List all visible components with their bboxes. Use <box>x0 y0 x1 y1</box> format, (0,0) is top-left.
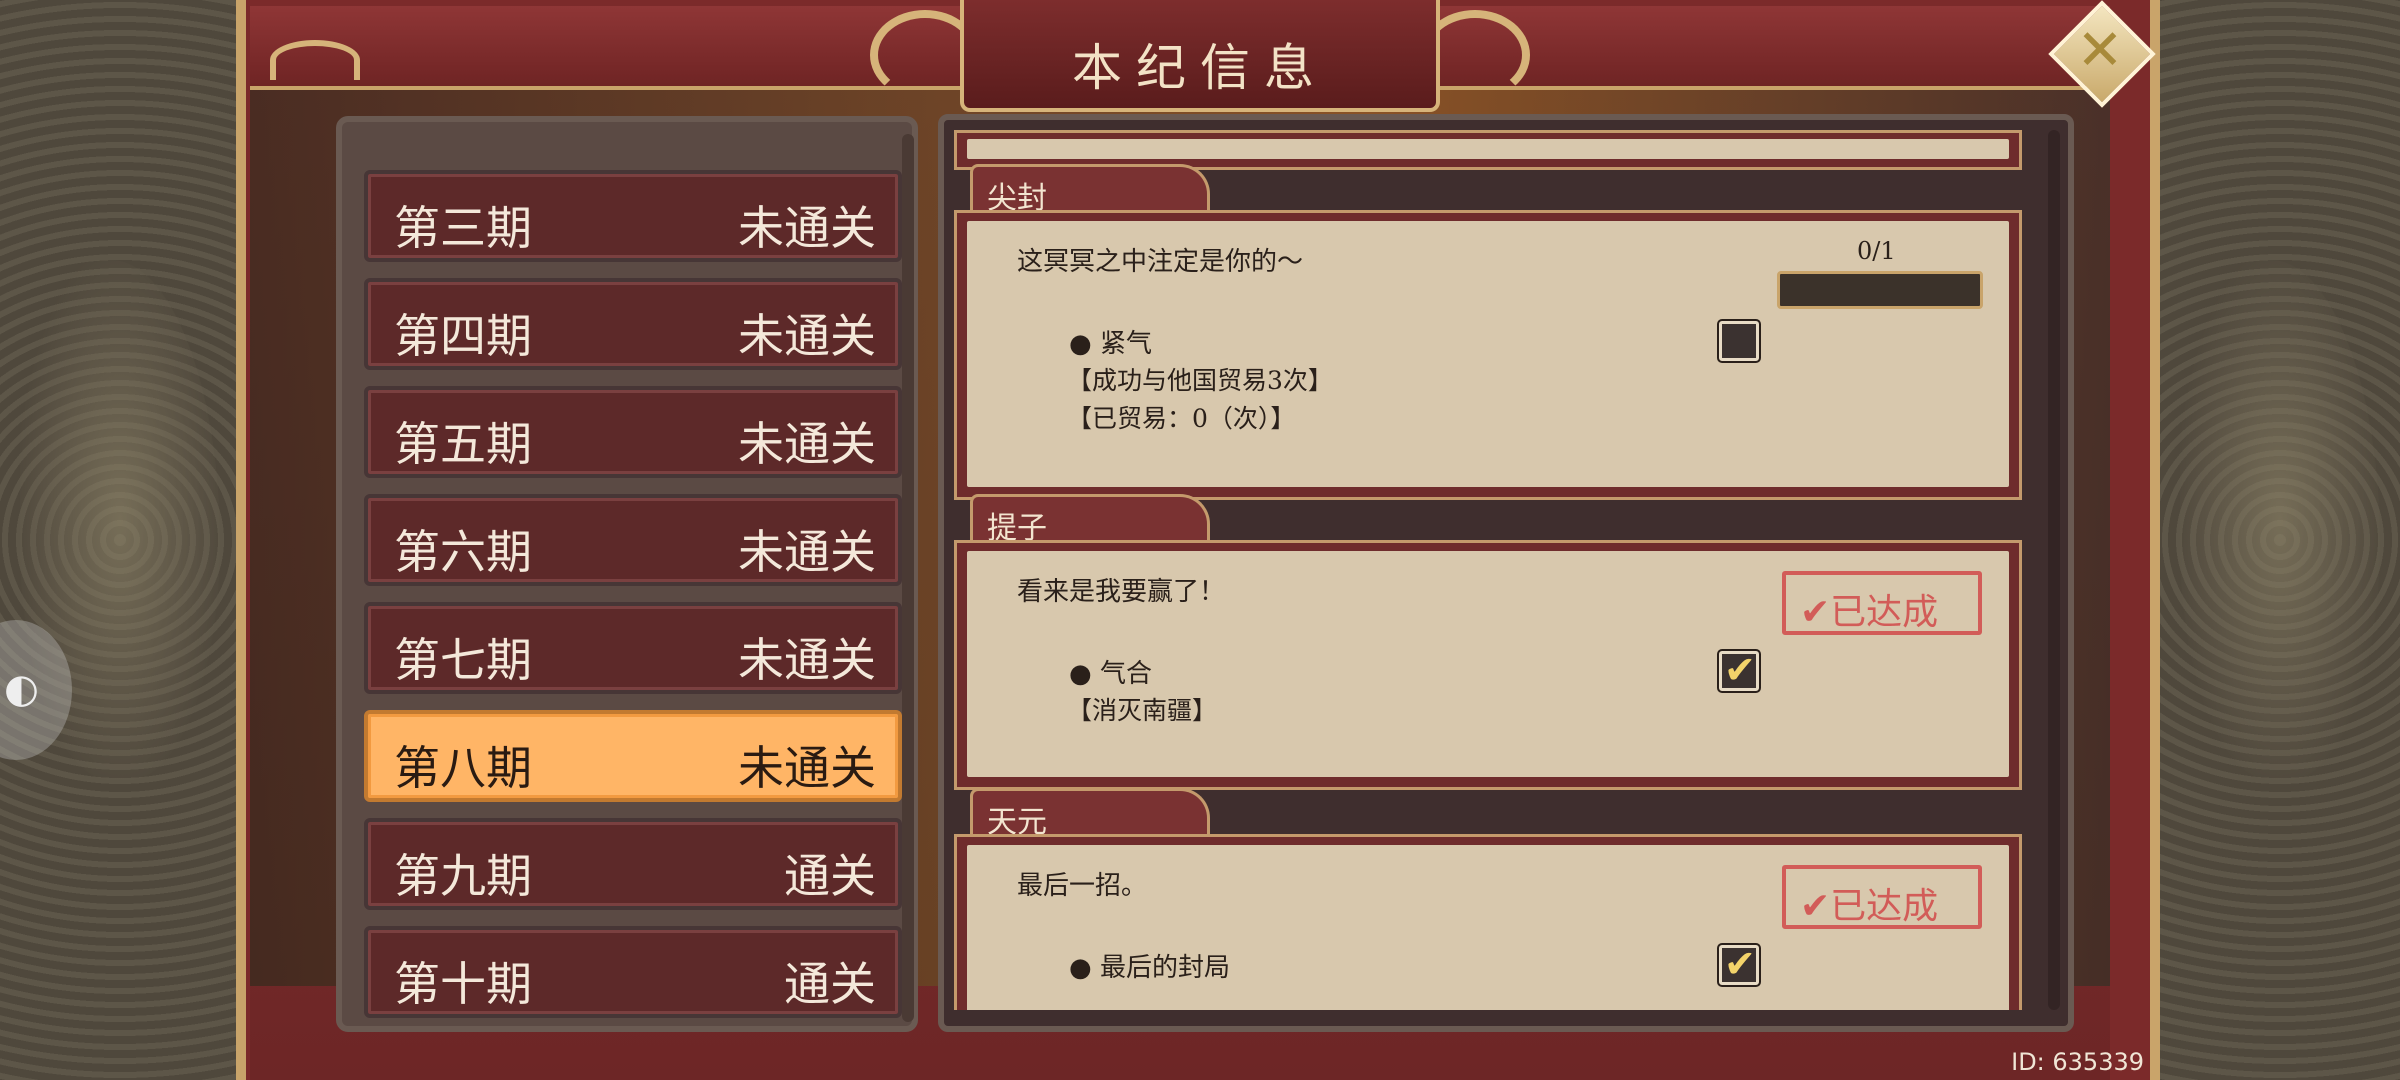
achievement-checkbox <box>1717 319 1761 363</box>
period-status: 未通关 <box>738 741 876 795</box>
card-paper <box>967 139 2009 159</box>
achievement-quote: 看来是我要赢了！ <box>1017 577 1226 607</box>
period-name: 第四期 <box>394 309 532 363</box>
period-status: 通关 <box>784 957 876 1011</box>
player-id: ID: 635339 <box>2011 1048 2144 1076</box>
dragon-decoration <box>2180 260 2380 780</box>
period-list-scrollbar[interactable] <box>902 134 914 1022</box>
page-title: 本纪信息 <box>1072 39 1328 97</box>
card-paper: 看来是我要赢了！ ✔已达成 ● 气合 ✔ 【消灭南疆】 <box>967 551 2009 777</box>
achievement-condition: ● 紧气 <box>1069 329 1152 359</box>
period-item[interactable]: 第三期 未通关 <box>364 170 902 262</box>
period-item[interactable]: 第六期 未通关 <box>364 494 902 586</box>
achievement-scrollbar[interactable] <box>2048 130 2060 1010</box>
achievement-quote: 最后一招。 <box>1017 871 1148 901</box>
period-status: 未通关 <box>738 201 876 255</box>
progress-label: 0/1 <box>1857 237 1896 265</box>
achieved-stamp: ✔已达成 <box>1782 865 1982 929</box>
period-item[interactable]: 第十期 通关 <box>364 926 902 1018</box>
close-icon: ✕ <box>2076 18 2124 83</box>
period-name: 第八期 <box>394 741 532 795</box>
achievement-card: 最后一招。 ✔已达成 ● 最后的封局 ✔ <box>954 834 2022 1010</box>
progress-bar <box>1777 271 1983 309</box>
period-status: 未通关 <box>738 633 876 687</box>
left-decor-panel <box>0 0 240 1080</box>
achievement-tab: 天元 <box>970 788 1210 840</box>
corner-ornament <box>270 40 360 80</box>
close-button[interactable]: ✕ <box>2046 0 2156 108</box>
period-list-panel: 第三期 未通关 第四期 未通关 第五期 未通关 第六期 未通关 第七期 未通关 第八期 未通关 第九期通… <box>336 116 918 1032</box>
achievement-description: 【消灭南疆】 <box>1067 696 1218 725</box>
assist-icon: ◐ <box>4 666 39 712</box>
right-decor-panel <box>2160 0 2400 1080</box>
card-paper: 这冥冥之中注定是你的～ 0/1 ● 紧气【成功与他国贸易3次】 【已贸易：0（次）】 <box>967 221 2009 487</box>
achievement-condition: ● 气合 <box>1069 659 1152 689</box>
period-name: 第三期 <box>394 201 532 255</box>
achievement-card: 这冥冥之中注定是你的～ 0/1 ● 紧气【成功与他国贸易3次】 【已贸易：0（次）】 <box>954 210 2022 500</box>
achievement-tab: 尖封 <box>970 164 1210 216</box>
achievement-condition: ● 最后的封局 <box>1069 953 1230 983</box>
achievement-card: 看来是我要赢了！ ✔已达成 ● 气合 ✔ 【消灭南疆】 <box>954 540 2022 790</box>
period-item[interactable]: 第四期 未通关 <box>364 278 902 370</box>
achievement-description: 【成功与他国贸易3次】 <box>1067 366 1333 395</box>
achievement-quote: 这冥冥之中注定是你的～ <box>1017 247 1304 277</box>
period-name: 第六期 <box>394 525 532 579</box>
period-status: 未通关 <box>738 525 876 579</box>
achievement-description: 【已贸易：0（次）】 <box>1067 404 1296 433</box>
period-name: 第十期 <box>394 957 532 1011</box>
check-icon: ✔ <box>1724 942 1756 986</box>
period-status: 未通关 <box>738 309 876 363</box>
period-name: 第五期 <box>394 417 532 471</box>
achievement-tab: 提子 <box>970 494 1210 546</box>
card-paper: 最后一招。 ✔已达成 ● 最后的封局 ✔ <box>967 845 2009 1010</box>
achieved-stamp: ✔已达成 <box>1782 571 1982 635</box>
period-item[interactable]: 第五期 未通关 <box>364 386 902 478</box>
achievement-checkbox: ✔ <box>1717 648 1761 693</box>
achievement-list[interactable]: 尖封这冥冥之中注定是你的～ 0/1 ● 紧气【成功与他国贸易3次】 【已贸易：0（次）… <box>954 130 2046 1010</box>
achievement-checkbox: ✔ <box>1717 942 1761 987</box>
period-name: 第七期 <box>394 633 532 687</box>
period-item[interactable]: 第九期 通关 <box>364 818 902 910</box>
period-list[interactable]: 第三期 未通关 第四期 未通关 第五期 未通关 第六期 未通关 第七期 未通关 第八期 未通关 第九期通… <box>354 134 902 1022</box>
period-status: 通关 <box>784 849 876 903</box>
achievement-panel: 尖封这冥冥之中注定是你的～ 0/1 ● 紧气【成功与他国贸易3次】 【已贸易：0（次）… <box>938 114 2074 1032</box>
period-status: 未通关 <box>738 417 876 471</box>
period-item[interactable]: 第八期 未通关 <box>364 710 902 802</box>
period-item[interactable]: 第七期 未通关 <box>364 602 902 694</box>
check-icon: ✔ <box>1724 648 1756 692</box>
period-name: 第九期 <box>394 849 532 903</box>
